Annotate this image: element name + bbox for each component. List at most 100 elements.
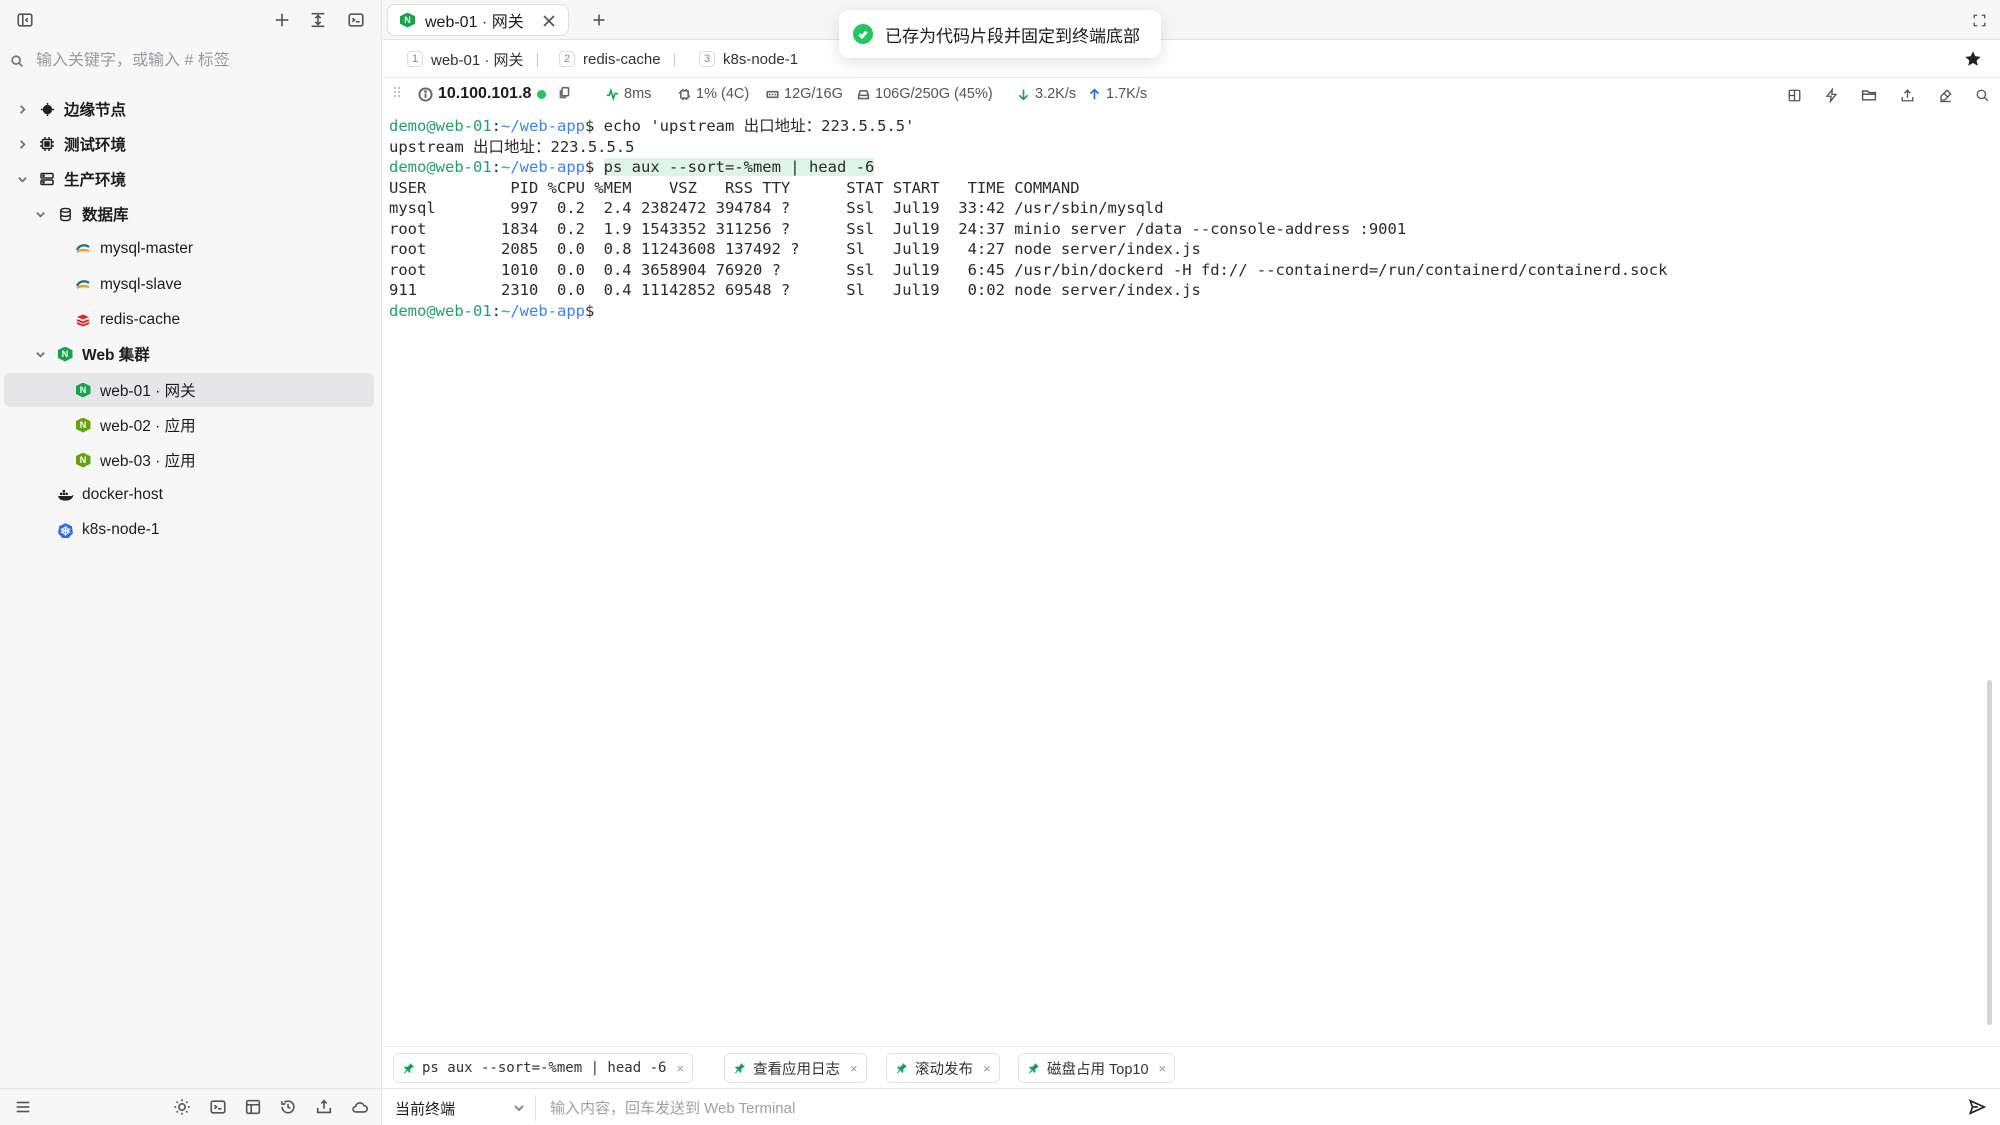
theme-sun-icon[interactable]: [168, 1093, 196, 1121]
disk-stat: 106G/250G (45%): [857, 86, 993, 102]
toggle-sidebar-icon[interactable]: [11, 6, 39, 34]
send-icon[interactable]: [1963, 1093, 1991, 1121]
split-view-icon[interactable]: [1780, 81, 1808, 109]
command-input[interactable]: [535, 1095, 1935, 1121]
snippet-chip[interactable]: 磁盘占用 Top10 ×: [1018, 1053, 1176, 1083]
cloud-sync-icon[interactable]: [346, 1093, 374, 1121]
prompt-symbol: $: [585, 117, 604, 135]
tree-item-mysql-slave[interactable]: mysql-slave: [4, 268, 374, 302]
clear-brush-icon[interactable]: [1931, 81, 1959, 109]
sidebar-footer: [0, 1088, 382, 1125]
tree-item-web-cluster[interactable]: N Web 集群: [4, 337, 374, 371]
new-tab-icon[interactable]: [585, 6, 613, 34]
session-tab-number: 3: [699, 51, 715, 67]
prompt-path: ~/web-app: [501, 301, 585, 320]
collapse-all-icon[interactable]: [304, 6, 332, 34]
remove-snippet-icon[interactable]: ×: [676, 1061, 684, 1076]
chevron-right-icon[interactable]: [15, 137, 29, 151]
tree-item-label: 测试环境: [64, 137, 127, 154]
tree-item-web-01[interactable]: N web-01 · 网关: [4, 373, 374, 407]
terminal-command: echo 'upstream 出口地址：223.5.5.5': [603, 117, 915, 135]
new-terminal-icon[interactable]: [342, 6, 370, 34]
lightning-icon[interactable]: [1817, 81, 1845, 109]
success-toast: 已存为代码片段并固定到终端底部: [839, 10, 1161, 58]
tree-item-web-02[interactable]: N web-02 · 应用: [4, 408, 374, 442]
tree-item-label: web-03 · 应用: [100, 453, 196, 470]
mysql-icon: [74, 276, 92, 294]
search-input[interactable]: [36, 52, 356, 70]
target-terminal-select[interactable]: 当前终端: [395, 1097, 525, 1119]
terminal-icon[interactable]: [204, 1093, 232, 1121]
session-tab-number: 1: [407, 51, 423, 67]
snippet-chip[interactable]: 滚动发布 ×: [886, 1053, 1000, 1083]
tab-web-01[interactable]: N web-01 · 网关: [387, 4, 569, 36]
tree-item-redis-cache[interactable]: redis-cache: [4, 303, 374, 337]
nginx-icon: N: [74, 416, 92, 434]
tree-item-web-03[interactable]: N web-03 · 应用: [4, 443, 374, 477]
copy-icon[interactable]: [558, 86, 576, 103]
history-icon[interactable]: [274, 1093, 302, 1121]
star-icon[interactable]: [1964, 50, 1982, 68]
memory-value: 12G/16G: [784, 86, 843, 102]
fullscreen-icon[interactable]: [1965, 6, 1993, 34]
tree-item-k8s-node-1[interactable]: k8s-node-1: [4, 513, 374, 547]
prompt-separator: :: [491, 301, 501, 320]
cpu-stat: 1% (4C): [678, 86, 749, 102]
nginx-icon: N: [74, 451, 92, 469]
sidebar-toolbar: [0, 0, 382, 40]
close-tab-icon[interactable]: [540, 12, 558, 30]
tab-title: web-01 · 网关: [425, 14, 524, 31]
tree-item-label: redis-cache: [100, 311, 181, 328]
terminal-output-line: mysql 997 0.2 2.4 2382472 394784 ? Ssl J…: [389, 199, 1164, 217]
download-stat: 3.2K/s: [1017, 86, 1076, 102]
terminal-output[interactable]: demo@web-01:~/web-app $ echo 'upstream 出口…: [389, 116, 1979, 321]
session-tab-label: web-01 · 网关: [431, 51, 524, 69]
remove-snippet-icon[interactable]: ×: [1159, 1061, 1167, 1076]
folder-icon[interactable]: [1855, 81, 1883, 109]
search-icon[interactable]: [1968, 81, 1996, 109]
terminal-scrollbar[interactable]: [1987, 680, 1992, 1025]
tree-item-prod-env[interactable]: 生产环境: [4, 162, 374, 196]
terminal-output-line: USER PID %CPU %MEM VSZ RSS TTY STAT STAR…: [389, 178, 1080, 197]
chevron-down-icon[interactable]: [15, 172, 29, 186]
server-info: 10.100.101.8: [418, 85, 576, 103]
download-value: 3.2K/s: [1035, 86, 1077, 102]
snippet-chip[interactable]: ps aux --sort=-%mem | head -6 ×: [393, 1053, 694, 1083]
info-icon[interactable]: [418, 86, 433, 102]
upload-tray-icon[interactable]: [310, 1093, 338, 1121]
memory-stat: 12G/16G: [766, 86, 843, 102]
chevron-right-icon[interactable]: [15, 102, 29, 116]
remove-snippet-icon[interactable]: ×: [850, 1061, 858, 1076]
upload-stat: 1.7K/s: [1088, 86, 1147, 102]
add-icon[interactable]: [268, 6, 296, 34]
cpu-value: 1% (4C): [696, 86, 750, 102]
latency-value: 8ms: [624, 86, 652, 102]
tree-item-database[interactable]: 数据库: [4, 197, 374, 231]
session-tab-1[interactable]: 1 web-01 · 网关 |: [407, 48, 539, 70]
kubernetes-icon: [56, 521, 74, 539]
tree-item-test-env[interactable]: 测试环境: [4, 127, 374, 161]
sidebar: 边缘节点 测试环境 生产环境 数据库 mysql-master mysql-sl…: [0, 0, 382, 1125]
snippet-chip[interactable]: 查看应用日志 ×: [724, 1053, 867, 1083]
online-status-dot: [537, 89, 547, 99]
arrow-down-icon: [1018, 89, 1029, 101]
remove-snippet-icon[interactable]: ×: [983, 1061, 991, 1076]
tree-item-docker-host[interactable]: docker-host: [4, 478, 374, 512]
session-tab-3[interactable]: 3 k8s-node-1: [699, 48, 798, 70]
server-icon: [38, 170, 56, 188]
layout-icon[interactable]: [239, 1093, 267, 1121]
tree-item-label: 边缘节点: [64, 102, 127, 119]
terminal-output-line: root 2085 0.0 0.8 11243608 137492 ? Sl J…: [389, 240, 1201, 258]
terminal-output-line: root 1834 0.2 1.9 1543352 311256 ? Ssl J…: [389, 219, 1407, 238]
session-tab-2[interactable]: 2 redis-cache |: [559, 48, 676, 70]
tree-item-edge-nodes[interactable]: 边缘节点: [4, 92, 374, 126]
chevron-down-icon[interactable]: [33, 347, 47, 361]
pinned-snippets-bar: ps aux --sort=-%mem | head -6 × 查看应用日志 ×…: [383, 1046, 2000, 1088]
tree-item-mysql-master[interactable]: mysql-master: [4, 232, 374, 266]
upload-icon[interactable]: [1893, 81, 1921, 109]
prompt-user: demo@web-01: [389, 158, 492, 176]
disk-value: 106G/250G (45%): [875, 86, 993, 102]
menu-icon[interactable]: [9, 1093, 37, 1121]
drag-handle-icon[interactable]: [393, 86, 406, 98]
chevron-down-icon[interactable]: [33, 207, 47, 221]
